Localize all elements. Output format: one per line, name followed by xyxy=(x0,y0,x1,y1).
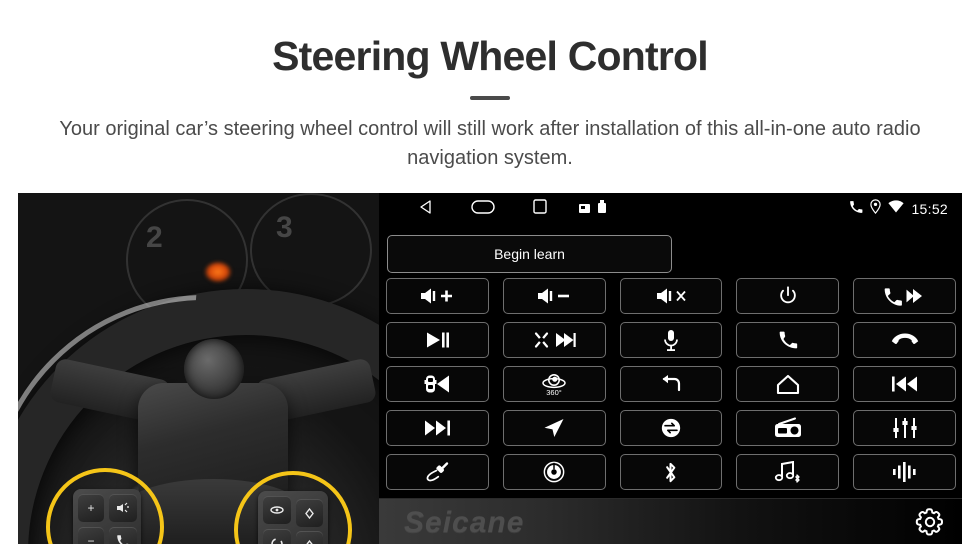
mute-icon xyxy=(656,288,686,304)
bluetooth-icon xyxy=(666,462,676,482)
page-subtitle: Your original car’s steering wheel contr… xyxy=(59,118,921,169)
home-icon[interactable] xyxy=(471,199,495,219)
swc-button-mute[interactable] xyxy=(619,278,723,314)
gear-icon[interactable] xyxy=(914,506,946,538)
navigation-bar-icons xyxy=(419,193,547,225)
swc-button-volume-down[interactable] xyxy=(502,278,606,314)
phone-icon xyxy=(849,200,863,219)
title-divider xyxy=(470,96,510,100)
screen-bottom-bar: Seicane xyxy=(379,498,962,544)
swc-button-play-pause[interactable] xyxy=(386,322,489,358)
swc-button-parking-radar[interactable] xyxy=(386,366,489,402)
swc-button-equalizer[interactable] xyxy=(853,410,956,446)
swc-button-answer-call[interactable] xyxy=(736,322,840,358)
bluetooth-music-icon xyxy=(774,461,800,483)
radio-icon xyxy=(774,417,801,437)
swc-button-previous-track[interactable] xyxy=(853,366,956,402)
system-storage-icons xyxy=(579,193,606,225)
disc-icon xyxy=(543,461,565,483)
swc-button-phone-prev[interactable] xyxy=(853,278,956,314)
swc-button-back[interactable] xyxy=(619,366,723,402)
camera-360-icon: 360° xyxy=(542,374,566,397)
sd-card-icon xyxy=(579,200,590,218)
back-icon[interactable] xyxy=(419,199,433,219)
android-status-bar: 15:52 xyxy=(379,193,962,225)
swc-button-bluetooth[interactable] xyxy=(619,454,723,490)
swc-button-home[interactable] xyxy=(736,366,840,402)
back-arrow-icon xyxy=(662,375,681,392)
recents-icon[interactable] xyxy=(533,199,547,219)
microphone-icon xyxy=(664,329,678,351)
phone-prev-icon xyxy=(884,288,923,306)
swc-button-disc[interactable] xyxy=(502,454,606,490)
page-title: Steering Wheel Control xyxy=(272,33,709,79)
page-header: Steering Wheel Control Your original car… xyxy=(0,0,980,190)
wifi-icon xyxy=(888,200,905,218)
power-icon xyxy=(780,286,796,304)
swc-button-voice[interactable] xyxy=(853,454,956,490)
swc-button-navigation[interactable] xyxy=(502,410,606,446)
steering-wheel-photo: 2 3 + − xyxy=(18,193,379,544)
head-unit-screen: 15:52 Begin learn 360° Seicane xyxy=(379,193,962,544)
status-right-cluster: 15:52 xyxy=(849,193,948,225)
voice-wave-icon xyxy=(892,462,916,482)
airbag-cover xyxy=(184,339,244,399)
volume-down-icon xyxy=(538,288,570,304)
next-track-icon xyxy=(425,420,451,436)
previous-track-icon xyxy=(891,376,917,392)
swc-button-volume-up[interactable] xyxy=(386,278,489,314)
call-end-icon xyxy=(891,333,918,345)
equalizer-icon xyxy=(892,418,917,438)
aux-cable-icon xyxy=(426,462,449,482)
location-icon xyxy=(870,199,882,219)
home-house-icon xyxy=(776,374,799,394)
source-swap-icon xyxy=(661,418,681,438)
swc-button-camera-360[interactable]: 360° xyxy=(502,366,606,402)
swc-button-microphone[interactable] xyxy=(619,322,723,358)
shuffle-next-icon xyxy=(535,332,576,348)
volume-up-icon xyxy=(421,288,453,304)
play-pause-icon xyxy=(427,332,450,348)
svg-text:360°: 360° xyxy=(546,388,562,397)
swc-button-end-call[interactable] xyxy=(853,322,956,358)
navigation-icon xyxy=(544,419,564,437)
call-answer-icon xyxy=(779,331,797,349)
status-clock: 15:52 xyxy=(911,201,948,217)
swc-button-power[interactable] xyxy=(736,278,840,314)
swc-button-bluetooth-music[interactable] xyxy=(736,454,840,490)
swc-button-shuffle-next[interactable] xyxy=(502,322,606,358)
parking-radar-icon xyxy=(424,375,450,393)
usb-icon xyxy=(598,200,606,218)
begin-learn-button[interactable]: Begin learn xyxy=(387,235,672,273)
gauge-number: 3 xyxy=(276,211,293,244)
swc-button-source[interactable] xyxy=(619,410,723,446)
swc-button-grid: 360° xyxy=(386,278,956,490)
swc-button-radio[interactable] xyxy=(736,410,840,446)
brand-watermark: Seicane xyxy=(404,506,525,539)
swc-button-aux[interactable] xyxy=(386,454,489,490)
warning-light xyxy=(204,261,232,283)
swc-button-next-track[interactable] xyxy=(386,410,489,446)
gauge-number: 2 xyxy=(146,221,163,254)
